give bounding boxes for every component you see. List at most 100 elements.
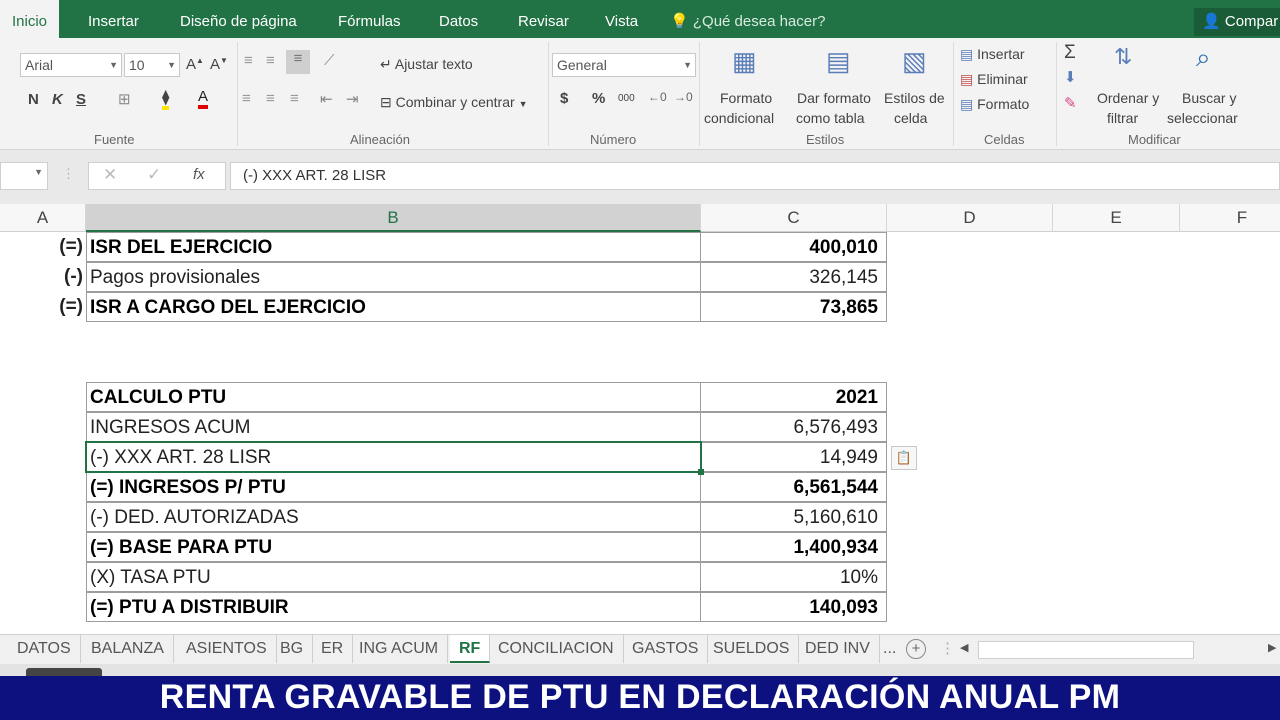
sheet-tab-asientos[interactable]: ASIENTOS (177, 635, 277, 663)
align-left-icon[interactable]: ≡ (242, 90, 251, 107)
format-as-table-icon[interactable]: ▤ (826, 46, 851, 77)
column-header-f[interactable]: F (1180, 204, 1280, 232)
cell-label[interactable]: ISR A CARGO DEL EJERCICIO (86, 292, 701, 322)
format-table-line2[interactable]: como tabla (796, 110, 864, 126)
add-sheet-icon[interactable]: + (906, 639, 926, 659)
sheet-tab-er[interactable]: ER (312, 635, 354, 663)
number-format-combo[interactable]: General ▼ (552, 53, 696, 77)
percent-button[interactable]: % (592, 90, 605, 107)
sheet-tab-sueldos[interactable]: SUELDOS (704, 635, 800, 663)
cell-label[interactable]: CALCULO PTU (86, 382, 701, 412)
tab-revisar[interactable]: Revisar (518, 0, 569, 38)
column-header-a[interactable]: A (0, 204, 86, 232)
align-bottom-icon[interactable]: ≡ (286, 50, 310, 74)
formula-input[interactable]: (-) XXX ART. 28 LISR (230, 162, 1280, 190)
decrease-indent-icon[interactable]: ⇤ (320, 90, 333, 108)
sheet-tab-bg[interactable]: BG (271, 635, 314, 663)
increase-font-icon[interactable]: A▲ (186, 56, 204, 73)
underline-button[interactable]: S (76, 91, 86, 108)
scroll-right-icon[interactable]: ▶ (1268, 641, 1276, 654)
decrease-font-icon[interactable]: A▼ (210, 56, 228, 73)
format-cells-button[interactable]: ▤ Formato (960, 96, 1029, 113)
cond-format-line1[interactable]: Formato (720, 90, 772, 106)
sheet-tab-gastos[interactable]: GASTOS (623, 635, 709, 663)
font-size-combo[interactable]: 10 ▼ (124, 53, 180, 77)
cell-value[interactable]: 140,093 (700, 592, 887, 622)
cond-format-line2[interactable]: condicional (704, 110, 774, 126)
cell-styles-line1[interactable]: Estilos de (884, 90, 945, 106)
fill-handle[interactable] (698, 469, 704, 475)
format-table-line1[interactable]: Dar formato (797, 90, 871, 106)
sheet-tab-ing-acum[interactable]: ING ACUM (350, 635, 449, 663)
merge-center-button[interactable]: ⊟ Combinar y centrar ▼ (380, 94, 527, 111)
worksheet-grid[interactable]: (=) ISR DEL EJERCICIO 400,010 (-) Pagos … (0, 232, 1280, 634)
find-line2[interactable]: seleccionar (1167, 110, 1238, 126)
cancel-icon[interactable]: ✕ (103, 165, 117, 185)
tab-vista[interactable]: Vista (605, 0, 638, 38)
wrap-text-button[interactable]: ↵ Ajustar texto (380, 56, 473, 73)
borders-icon[interactable]: ⊞ (118, 90, 131, 108)
name-box[interactable]: ▼ (0, 162, 48, 190)
cell-styles-icon[interactable]: ▧ (902, 46, 927, 77)
cell-value[interactable]: 73,865 (700, 292, 887, 322)
column-header-c[interactable]: C (701, 204, 887, 232)
tab-formulas[interactable]: Fórmulas (338, 0, 401, 38)
column-header-b[interactable]: B (86, 204, 701, 232)
decrease-decimal-icon[interactable]: →0 (674, 90, 693, 104)
sheet-tab-more[interactable]: ... (874, 635, 905, 663)
tab-insertar[interactable]: Insertar (88, 0, 139, 38)
align-right-icon[interactable]: ≡ (290, 90, 299, 107)
scroll-left-icon[interactable]: ◀ (960, 641, 968, 654)
cell-label[interactable]: (=) PTU A DISTRIBUIR (86, 592, 701, 622)
orientation-icon[interactable]: ⟋ (324, 52, 335, 69)
cell-value[interactable]: 326,145 (700, 262, 887, 292)
cell-value[interactable]: 5,160,610 (700, 502, 887, 532)
cell-value[interactable]: 6,561,544 (700, 472, 887, 502)
font-color-icon[interactable]: A (198, 88, 209, 109)
sort-filter-icon[interactable]: ⇅ (1114, 44, 1132, 70)
autosum-icon[interactable]: Σ (1064, 42, 1076, 64)
fill-color-icon[interactable]: ⧫ (162, 88, 170, 110)
increase-indent-icon[interactable]: ⇥ (346, 90, 359, 108)
clear-icon[interactable]: ✎ (1064, 94, 1077, 112)
cell-label[interactable]: (-) DED. AUTORIZADAS (86, 502, 701, 532)
cell-value[interactable]: 1,400,934 (700, 532, 887, 562)
cell-value[interactable]: 2021 (700, 382, 887, 412)
sheet-tab-ded-inv[interactable]: DED INV (796, 635, 880, 663)
share-button[interactable]: 👤 Compar (1194, 8, 1280, 36)
insert-cells-button[interactable]: ▤ Insertar (960, 46, 1025, 63)
horizontal-scrollbar[interactable] (978, 641, 1194, 659)
cell-value[interactable]: 14,949 (700, 442, 887, 472)
cell-value[interactable]: 400,010 (700, 232, 887, 262)
enter-icon[interactable]: ✓ (147, 165, 161, 185)
find-select-icon[interactable]: ⌕ (1196, 42, 1211, 74)
sort-line1[interactable]: Ordenar y (1097, 90, 1159, 106)
align-top-icon[interactable]: ≡ (244, 52, 253, 69)
italic-button[interactable]: K (52, 91, 63, 108)
column-header-d[interactable]: D (887, 204, 1053, 232)
cell-value[interactable]: 10% (700, 562, 887, 592)
delete-cells-button[interactable]: ▤ Eliminar (960, 71, 1028, 88)
bold-button[interactable]: N (28, 91, 39, 108)
sheet-tab-conciliacion[interactable]: CONCILIACION (489, 635, 624, 663)
insert-function-icon[interactable]: fx (193, 166, 205, 183)
paste-options-button[interactable]: 📋 (891, 446, 917, 470)
font-name-combo[interactable]: Arial ▼ (20, 53, 122, 77)
sheet-tab-datos[interactable]: DATOS (8, 635, 81, 663)
currency-button[interactable]: $ (560, 90, 568, 107)
column-header-e[interactable]: E (1053, 204, 1180, 232)
tab-diseno-pagina[interactable]: Diseño de página (180, 0, 297, 38)
cell-label[interactable]: ISR DEL EJERCICIO (86, 232, 701, 262)
align-middle-icon[interactable]: ≡ (266, 52, 275, 69)
cell-label[interactable]: INGRESOS ACUM (86, 412, 701, 442)
cell-styles-line2[interactable]: celda (894, 110, 927, 126)
align-center-icon[interactable]: ≡ (266, 90, 275, 107)
tab-inicio[interactable]: Inicio (0, 0, 60, 38)
tell-me-box[interactable]: 💡 ¿Qué desea hacer? (670, 0, 825, 38)
fill-icon[interactable]: ⬇ (1064, 68, 1077, 86)
thousands-button[interactable]: 000 (618, 93, 635, 104)
cell-label[interactable]: (X) TASA PTU (86, 562, 701, 592)
cell-label[interactable]: (=) INGRESOS P/ PTU (86, 472, 701, 502)
tab-datos[interactable]: Datos (439, 0, 478, 38)
sort-line2[interactable]: filtrar (1107, 110, 1138, 126)
